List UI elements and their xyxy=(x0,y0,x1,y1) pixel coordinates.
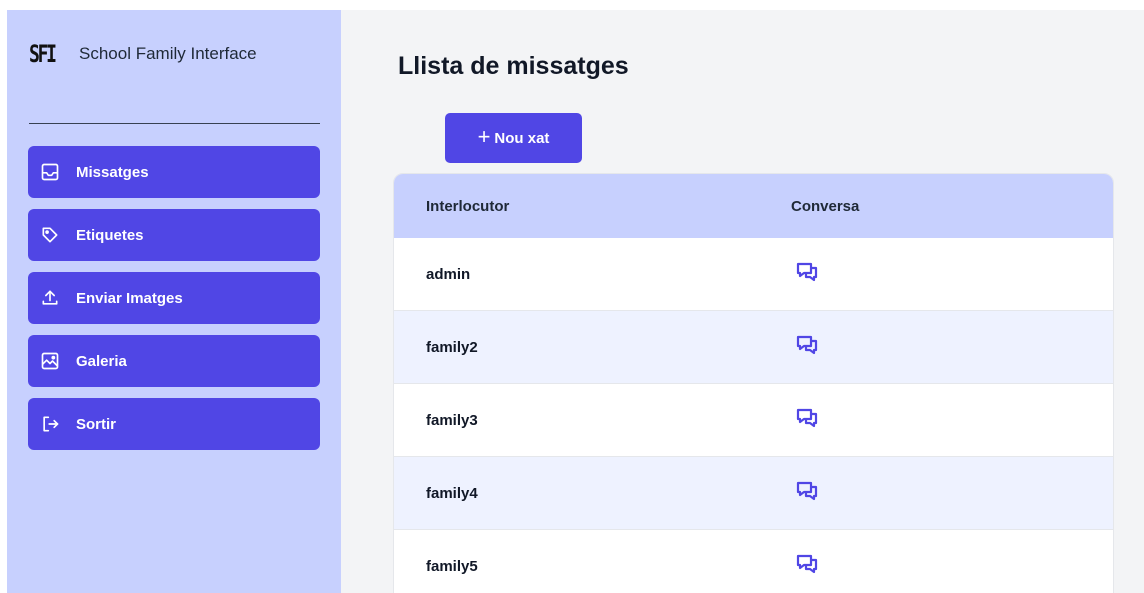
table-row: family3 xyxy=(394,384,1113,457)
logo: SFI xyxy=(29,40,57,68)
header-conversa: Conversa xyxy=(791,197,860,215)
tag-icon xyxy=(40,225,60,245)
brand-name: School Family Interface xyxy=(79,44,257,63)
sidebar-divider xyxy=(29,123,320,124)
sidebar-item-enviar-imatges[interactable]: Enviar Imatges xyxy=(28,272,320,324)
sidebar: SFI School Family Interface Missatges Et… xyxy=(7,10,341,593)
brand: SFI School Family Interface xyxy=(29,40,257,68)
app-frame: SFI School Family Interface Missatges Et… xyxy=(7,10,1144,593)
sidebar-item-missatges[interactable]: Missatges xyxy=(28,146,320,198)
chat-icon[interactable] xyxy=(795,260,819,284)
table-row: family2 xyxy=(394,311,1113,384)
sidebar-item-label: Galeria xyxy=(76,352,127,370)
sidebar-item-label: Missatges xyxy=(76,163,149,181)
upload-icon xyxy=(40,288,60,308)
sidebar-item-etiquetes[interactable]: Etiquetes xyxy=(28,209,320,261)
interlocutor-cell: family4 xyxy=(426,484,478,502)
table-header: Interlocutor Conversa xyxy=(394,174,1113,238)
plus-icon: + xyxy=(477,124,491,149)
sidebar-item-label: Enviar Imatges xyxy=(76,289,183,307)
main-content: Llista de missatges + Nou xat Interlocut… xyxy=(341,10,1144,593)
table-row: family5 xyxy=(394,530,1113,593)
table-row: family4 xyxy=(394,457,1113,530)
header-interlocutor: Interlocutor xyxy=(426,197,510,215)
table-row: admin xyxy=(394,238,1113,311)
inbox-icon xyxy=(40,162,60,182)
interlocutor-cell: family3 xyxy=(426,411,478,429)
chat-icon[interactable] xyxy=(795,406,819,430)
sidebar-nav: Missatges Etiquetes Enviar Imatges Galer… xyxy=(28,146,320,450)
sidebar-item-sortir[interactable]: Sortir xyxy=(28,398,320,450)
messages-table: Interlocutor Conversa admin family2 fami… xyxy=(393,173,1114,593)
photo-icon xyxy=(40,351,60,371)
new-chat-label: Nou xat xyxy=(494,129,550,147)
new-chat-button[interactable]: + Nou xat xyxy=(445,113,582,163)
chat-icon[interactable] xyxy=(795,552,819,576)
sidebar-item-galeria[interactable]: Galeria xyxy=(28,335,320,387)
logout-icon xyxy=(40,414,60,434)
sidebar-item-label: Sortir xyxy=(76,415,117,433)
interlocutor-cell: family5 xyxy=(426,557,478,575)
interlocutor-cell: family2 xyxy=(426,338,478,356)
interlocutor-cell: admin xyxy=(426,265,471,283)
chat-icon[interactable] xyxy=(795,333,819,357)
chat-icon[interactable] xyxy=(795,479,819,503)
sidebar-item-label: Etiquetes xyxy=(76,226,144,244)
page-title: Llista de missatges xyxy=(398,52,629,80)
